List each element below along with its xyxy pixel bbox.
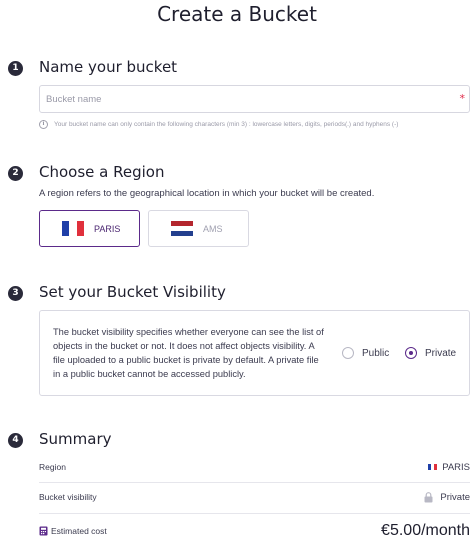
info-icon: i: [39, 119, 48, 129]
step-3-badge: 3: [8, 286, 23, 301]
radio-checked-icon: [405, 347, 417, 359]
summary-cost-row: Estimated cost €5.00/month: [39, 521, 470, 541]
visibility-panel: The bucket visibility specifies whether …: [39, 310, 470, 396]
visibility-description: The bucket visibility specifies whether …: [53, 327, 324, 379]
fr-flag-icon: [62, 221, 84, 236]
step-4-title: Summary: [39, 430, 112, 448]
summary-region-label: Region: [39, 462, 66, 472]
lock-icon: [424, 491, 433, 502]
fr-flag-icon: [428, 464, 438, 470]
calculator-icon: [39, 526, 48, 536]
bucket-name-input[interactable]: [40, 86, 469, 112]
step-1-badge: 1: [8, 61, 23, 76]
summary-visibility-label: Bucket visibility: [39, 492, 97, 502]
help-text: Your bucket name can only contain the fo…: [54, 120, 399, 128]
summary-cost-value: €5.00/month: [381, 522, 470, 539]
region-label-paris: PARIS: [94, 223, 121, 234]
radio-unchecked-icon: [342, 347, 354, 359]
region-subtitle: A region refers to the geographical loca…: [39, 188, 375, 199]
region-option-ams[interactable]: AMS: [148, 210, 249, 247]
visibility-public-radio[interactable]: Public: [342, 347, 389, 359]
nl-flag-icon: [171, 221, 193, 236]
page-title: Create a Bucket: [157, 2, 317, 26]
region-label-ams: AMS: [203, 223, 223, 234]
step-4-badge: 4: [8, 433, 23, 448]
summary-divider: [39, 513, 470, 514]
bucket-name-field: *: [39, 85, 470, 113]
step-3-title: Set your Bucket Visibility: [39, 283, 226, 301]
visibility-public-label: Public: [362, 347, 390, 359]
summary-cost-label: Estimated cost: [51, 526, 107, 536]
step-2-badge: 2: [8, 166, 23, 181]
summary-visibility-value: Private: [440, 491, 470, 503]
step-2-title: Choose a Region: [39, 163, 165, 181]
visibility-private-label: Private: [425, 347, 457, 359]
step-1-title: Name your bucket: [39, 58, 178, 76]
required-mark: *: [459, 92, 466, 105]
summary-region-row: Region PARIS: [39, 460, 470, 474]
visibility-private-radio[interactable]: Private: [405, 347, 456, 359]
summary-visibility-row: Bucket visibility Private: [39, 490, 470, 504]
bucket-name-help: i Your bucket name can only contain the …: [39, 118, 398, 130]
summary-region-value: PARIS: [442, 461, 470, 473]
region-option-paris[interactable]: PARIS: [39, 210, 140, 247]
summary-divider: [39, 482, 470, 483]
